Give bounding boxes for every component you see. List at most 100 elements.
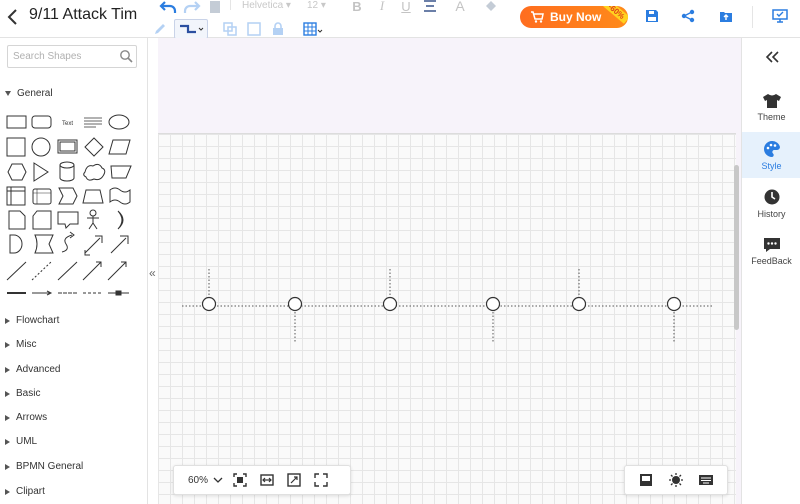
collapsed-caret-icon [5, 366, 10, 373]
clock-icon [764, 189, 779, 204]
buy-now-button[interactable]: Buy Now -60% [520, 6, 628, 28]
actual-size-icon[interactable] [280, 470, 307, 490]
italic-icon[interactable]: I [375, 0, 389, 16]
theme-panel-button[interactable]: Theme [742, 84, 800, 130]
theme-bulb-icon[interactable] [663, 470, 690, 490]
category-label: Arrows [16, 412, 48, 423]
search-icon[interactable] [119, 49, 133, 68]
category-label: Basic [16, 388, 41, 399]
general-shapes-grid: Text [4, 110, 134, 307]
collapsed-caret-icon [5, 414, 10, 421]
pencil-icon[interactable] [152, 19, 168, 39]
category-clipart[interactable]: Clipart [5, 486, 45, 497]
top-toolbar: 9/11 Attack Time Helvetica ▾ 12 ▾ B I U … [0, 0, 800, 39]
theme-label: Theme [757, 111, 786, 122]
underline-icon[interactable]: U [399, 0, 413, 16]
image-view-icon[interactable] [633, 470, 660, 490]
category-label: Misc [16, 339, 37, 350]
category-label: Flowchart [16, 315, 60, 326]
text-shape-label: Text [62, 121, 73, 127]
feedback-icon [763, 237, 780, 252]
category-arrows[interactable]: Arrows [5, 412, 47, 423]
collapse-right-panel-icon[interactable] [764, 50, 780, 69]
history-panel-button[interactable]: History [742, 180, 800, 226]
timeline-node[interactable] [287, 296, 303, 312]
category-basic[interactable]: Basic [5, 388, 40, 399]
timeline-node[interactable] [666, 296, 682, 312]
category-uml[interactable]: UML [5, 436, 37, 447]
expand-caret-icon [5, 91, 11, 96]
redo-icon[interactable] [182, 0, 202, 17]
collapsed-caret-icon [5, 341, 10, 348]
zoom-level[interactable]: 60% [188, 475, 210, 486]
search-shapes-input[interactable] [8, 46, 116, 67]
discount-badge: -60% [603, 6, 628, 24]
fit-width-icon[interactable] [253, 470, 280, 490]
style-label: Style [761, 160, 782, 171]
fit-page-icon[interactable] [226, 470, 253, 490]
category-advanced[interactable]: Advanced [5, 364, 60, 375]
category-flowchart[interactable]: Flowchart [5, 315, 59, 326]
font-size-value: 12 [307, 0, 319, 11]
font-family-value: Helvetica [242, 0, 284, 11]
cart-icon [531, 11, 544, 23]
search-shapes-box [7, 45, 137, 68]
undo-icon[interactable] [158, 0, 178, 17]
category-label: Clipart [16, 486, 45, 497]
view-toolbar [624, 465, 728, 495]
toolbar-divider [752, 6, 753, 28]
toolbar-divider [230, 0, 231, 10]
collapsed-caret-icon [5, 488, 10, 495]
paste-icon[interactable] [205, 0, 225, 17]
table-insert-icon[interactable] [302, 19, 324, 39]
group-icon[interactable] [222, 19, 238, 39]
history-label: History [757, 208, 786, 219]
feedback-label: FeedBack [751, 255, 792, 266]
ungroup-icon[interactable] [246, 19, 262, 39]
collapsed-caret-icon [5, 438, 10, 445]
export-icon[interactable] [716, 6, 736, 26]
category-label: General [17, 88, 53, 99]
align-icon[interactable] [422, 0, 438, 16]
style-panel-button[interactable]: Style [742, 132, 800, 178]
keyboard-icon[interactable] [693, 470, 720, 490]
font-family-select[interactable]: Helvetica ▾ [242, 0, 291, 11]
text-color-icon[interactable]: A [452, 0, 468, 16]
fill-bucket-icon[interactable] [482, 0, 500, 16]
back-arrow-icon[interactable] [6, 8, 20, 26]
save-icon[interactable] [642, 6, 662, 26]
category-misc[interactable]: Misc [5, 339, 37, 350]
present-icon[interactable] [770, 6, 790, 26]
timeline-node[interactable] [571, 296, 587, 312]
category-general[interactable]: General [5, 88, 53, 99]
connector-style-select[interactable] [174, 19, 208, 39]
lock-icon[interactable] [270, 19, 286, 39]
category-bpmn-general[interactable]: BPMN General [5, 461, 83, 472]
timeline-node[interactable] [485, 296, 501, 312]
category-label: BPMN General [16, 461, 84, 472]
category-label: Advanced [16, 364, 61, 375]
fullscreen-icon[interactable] [307, 470, 334, 490]
document-title[interactable]: 9/11 Attack Time [29, 6, 137, 24]
timeline-diagram[interactable] [158, 38, 738, 458]
zoom-toolbar: 60% [173, 465, 351, 495]
bold-icon[interactable]: B [350, 0, 364, 16]
collapsed-caret-icon [5, 463, 10, 470]
collapsed-caret-icon [5, 317, 10, 324]
right-panel: Theme Style History FeedBack [741, 38, 800, 504]
shape-palette[interactable]: Text [4, 110, 134, 302]
collapsed-caret-icon [5, 390, 10, 397]
zoom-dropdown-icon[interactable] [210, 470, 226, 490]
shirt-icon [762, 93, 781, 108]
feedback-panel-button[interactable]: FeedBack [742, 228, 800, 274]
category-label: UML [16, 436, 38, 447]
vertical-scrollbar[interactable] [734, 165, 739, 330]
font-size-select[interactable]: 12 ▾ [307, 0, 326, 11]
palette-icon [763, 140, 780, 157]
timeline-node[interactable] [201, 296, 217, 312]
shape-library-panel: General Text [0, 38, 148, 504]
timeline-node[interactable] [382, 296, 398, 312]
buy-now-label: Buy Now [550, 10, 602, 24]
collapse-left-panel-icon[interactable]: « [149, 266, 156, 280]
share-icon[interactable] [678, 6, 698, 26]
